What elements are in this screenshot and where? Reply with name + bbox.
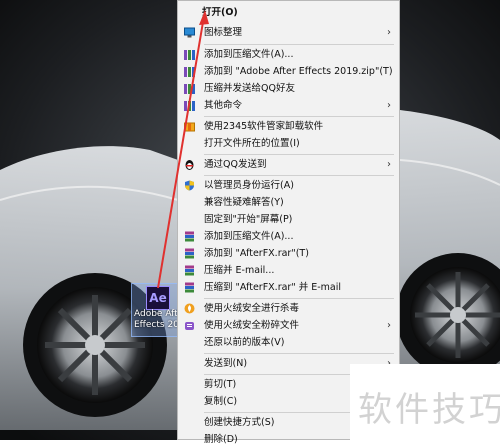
annotation-arrow-line xyxy=(157,21,204,289)
annotation-arrow xyxy=(157,10,209,289)
annotation-arrow-head xyxy=(199,10,209,25)
